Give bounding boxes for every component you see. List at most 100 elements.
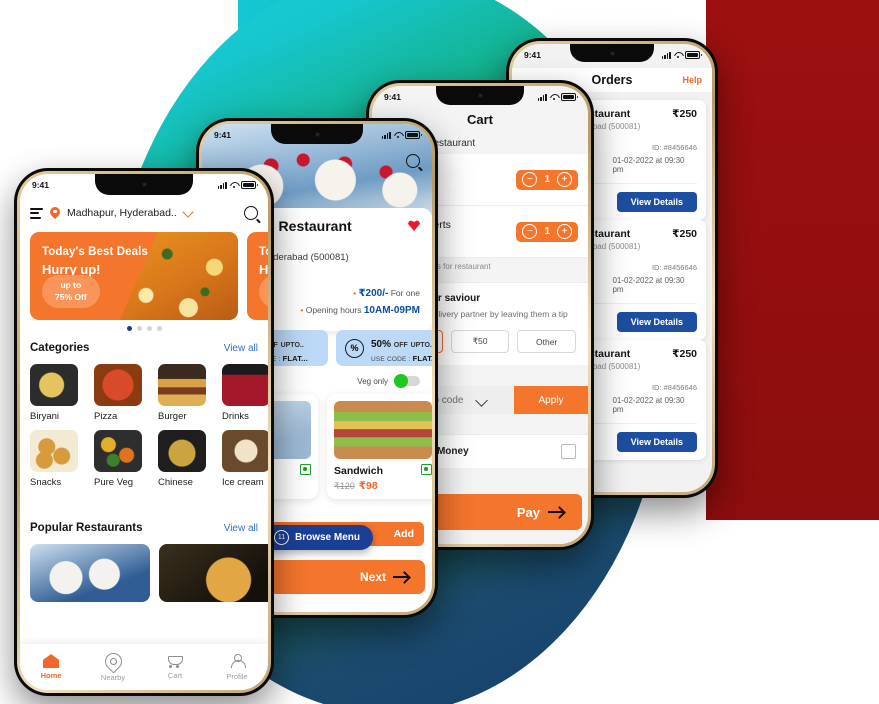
deal-pill-line2: 75% Off bbox=[55, 291, 87, 302]
search-icon[interactable] bbox=[244, 206, 258, 220]
quantity-stepper[interactable]: − 1 + bbox=[516, 169, 578, 190]
camera-icon bbox=[314, 131, 320, 137]
deal-banner[interactable]: Today's Best Deals Hurry up! up to 75% O… bbox=[247, 232, 268, 320]
minus-circle-icon[interactable]: − bbox=[522, 224, 538, 239]
offer-card[interactable]: % 50% OFF UPTO.. USE CODE : FLAT... bbox=[336, 330, 432, 366]
veg-only-toggle[interactable]: Veg only bbox=[357, 374, 420, 388]
category-item[interactable]: Biryani bbox=[30, 364, 84, 422]
cart-item-qty: 1 bbox=[544, 174, 550, 185]
dish-image bbox=[334, 401, 432, 459]
view-details-button[interactable]: View Details bbox=[616, 312, 697, 332]
toggle-switch[interactable] bbox=[394, 374, 420, 388]
order-datetime: 01-02-2022 at 09:30 pm bbox=[612, 276, 685, 294]
quantity-stepper[interactable]: − 1 + bbox=[516, 221, 578, 242]
popular-title: Popular Restaurants bbox=[30, 522, 143, 534]
order-datetime: 01-02-2022 at 09:30 pm bbox=[612, 156, 685, 174]
plus-circle-icon[interactable]: + bbox=[557, 224, 572, 239]
category-item[interactable]: Snacks bbox=[30, 430, 84, 488]
price-for-one-suffix: For one bbox=[390, 288, 420, 298]
wifi-icon bbox=[550, 94, 558, 101]
carousel-dot[interactable] bbox=[146, 326, 152, 331]
dish-card[interactable]: Sandwich ₹120 ₹98 bbox=[327, 394, 432, 499]
browse-menu-label: Browse Menu bbox=[294, 532, 361, 543]
popular-restaurants-list bbox=[30, 544, 268, 602]
category-label: Biryani bbox=[30, 411, 60, 422]
dish-name: Sandwich bbox=[334, 465, 384, 477]
price-for-one: ₹200/- bbox=[358, 288, 389, 299]
offer-upto: UPTO.. bbox=[280, 341, 304, 349]
carousel-dot[interactable] bbox=[156, 326, 162, 331]
status-time: 9:41 bbox=[384, 92, 402, 102]
category-item[interactable]: Pizza bbox=[94, 364, 148, 422]
tip-option[interactable]: Other bbox=[517, 330, 577, 354]
category-label: Pure Veg bbox=[94, 477, 134, 488]
offer-code-label: USE CODE : bbox=[371, 355, 411, 363]
wifi-icon bbox=[230, 182, 238, 189]
deal-banner[interactable]: Today's Best Deals Hurry up! up to 75% O… bbox=[30, 232, 238, 320]
chevron-down-icon[interactable] bbox=[475, 393, 489, 407]
phone-mockup-home: 9:41 Madhapur, Hyderabad.. Today's Best … bbox=[14, 168, 274, 696]
battery-icon bbox=[561, 92, 579, 102]
tab-home[interactable]: Home bbox=[26, 654, 76, 680]
wifi-icon bbox=[674, 52, 682, 59]
background-red-panel bbox=[706, 0, 879, 520]
search-icon[interactable] bbox=[406, 154, 420, 168]
category-label: Ice cream bbox=[222, 477, 264, 488]
bottom-tab-bar: Home Nearby Cart Profile bbox=[20, 644, 268, 690]
pureveg-thumb bbox=[94, 430, 142, 472]
offer-off: OFF bbox=[393, 341, 408, 349]
popular-view-all[interactable]: View all bbox=[224, 523, 258, 534]
categories-title: Categories bbox=[30, 342, 90, 354]
tab-profile[interactable]: Profile bbox=[212, 653, 262, 681]
snacks-thumb bbox=[30, 430, 78, 472]
offer-code: FLAT... bbox=[282, 353, 309, 363]
order-amount: ₹250 bbox=[672, 348, 697, 360]
category-item[interactable]: Drinks bbox=[222, 364, 268, 422]
deal-subtitle: Hurry up! bbox=[259, 262, 268, 277]
category-label: Pizza bbox=[94, 411, 118, 422]
tab-nearby[interactable]: Nearby bbox=[88, 648, 138, 682]
categories-view-all[interactable]: View all bbox=[224, 343, 258, 354]
browse-menu-button[interactable]: 11 Browse Menu bbox=[260, 525, 374, 550]
nearby-pin-icon bbox=[100, 648, 126, 674]
offer-percent: 50% bbox=[371, 338, 392, 350]
deal-discount-pill: up to 75% Off bbox=[42, 275, 100, 308]
burger-thumb bbox=[158, 364, 206, 406]
notch bbox=[271, 124, 363, 144]
opening-hours-value: 10AM-09PM bbox=[363, 305, 420, 316]
help-link[interactable]: Help bbox=[682, 75, 702, 85]
signal-icon bbox=[661, 51, 671, 59]
deal-title: Today's Best Deals bbox=[42, 246, 148, 258]
category-item[interactable]: Chinese bbox=[158, 430, 212, 488]
filter-icon[interactable] bbox=[30, 207, 43, 219]
deals-carousel[interactable]: Today's Best Deals Hurry up! up to 75% O… bbox=[20, 232, 268, 320]
carousel-dots[interactable] bbox=[20, 326, 268, 331]
plus-circle-icon[interactable]: + bbox=[557, 172, 572, 187]
popular-restaurant-card[interactable] bbox=[159, 544, 268, 602]
tab-cart[interactable]: Cart bbox=[150, 654, 200, 680]
carousel-dot[interactable] bbox=[136, 326, 142, 331]
location-label[interactable]: Madhapur, Hyderabad.. bbox=[67, 207, 177, 219]
category-item[interactable]: Ice cream bbox=[222, 430, 268, 488]
category-item[interactable]: Pure Veg bbox=[94, 430, 148, 488]
category-label: Burger bbox=[158, 411, 187, 422]
carousel-dot[interactable] bbox=[126, 326, 132, 331]
popular-restaurant-card[interactable] bbox=[30, 544, 150, 602]
battery-icon bbox=[405, 130, 423, 140]
home-top-bar: Madhapur, Hyderabad.. bbox=[20, 196, 268, 230]
restaurant-thumb bbox=[30, 544, 150, 602]
category-item[interactable]: Burger bbox=[158, 364, 212, 422]
view-details-button[interactable]: View Details bbox=[616, 432, 697, 452]
veg-mark-icon bbox=[421, 464, 432, 475]
view-details-button[interactable]: View Details bbox=[616, 192, 697, 212]
tip-option[interactable]: ₹50 bbox=[450, 330, 510, 354]
wallet-checkbox[interactable] bbox=[561, 444, 576, 459]
signal-icon bbox=[381, 131, 391, 139]
minus-circle-icon[interactable]: − bbox=[522, 172, 538, 187]
add-button[interactable]: Add bbox=[394, 528, 414, 540]
notch bbox=[95, 174, 193, 195]
location-pin-icon bbox=[50, 207, 60, 220]
apply-promo-button[interactable]: Apply bbox=[514, 386, 588, 414]
category-label: Drinks bbox=[222, 411, 249, 422]
chevron-down-icon[interactable] bbox=[182, 205, 194, 218]
